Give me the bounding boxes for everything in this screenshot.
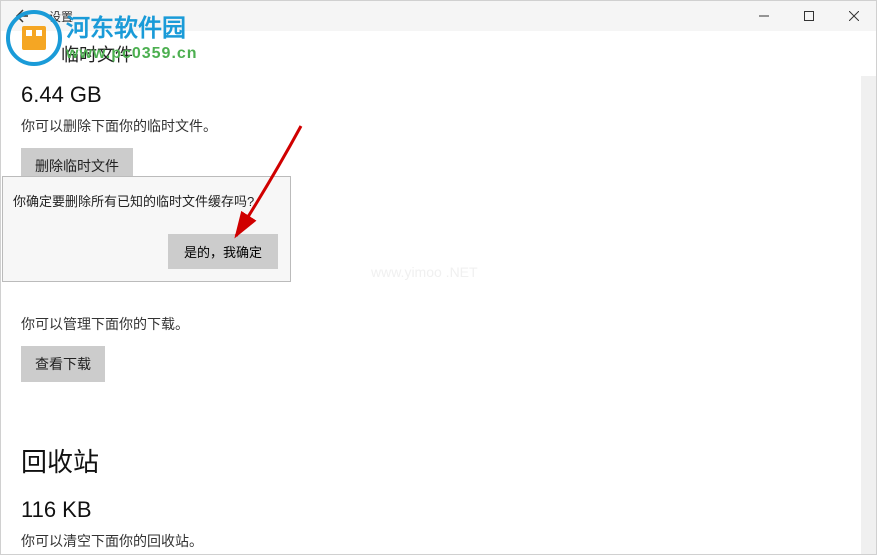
back-button[interactable] bbox=[1, 1, 41, 31]
close-icon bbox=[849, 11, 859, 21]
minimize-button[interactable] bbox=[741, 1, 786, 31]
recycle-bin-heading: 回收站 bbox=[21, 442, 876, 479]
close-button[interactable] bbox=[831, 1, 876, 31]
recycle-bin-size: 116 KB bbox=[21, 497, 876, 523]
scrollbar[interactable] bbox=[861, 76, 876, 554]
downloads-desc: 你可以管理下面你的下载。 bbox=[21, 314, 876, 334]
temp-files-desc: 你可以删除下面你的临时文件。 bbox=[21, 116, 876, 136]
maximize-icon bbox=[804, 11, 814, 21]
temp-files-size: 6.44 GB bbox=[21, 82, 876, 108]
back-arrow-icon bbox=[12, 7, 30, 25]
dialog-actions: 是的，我确定 bbox=[168, 234, 278, 269]
window-title: 设置 bbox=[49, 8, 73, 25]
confirm-yes-button[interactable]: 是的，我确定 bbox=[168, 234, 278, 269]
view-downloads-button[interactable]: 查看下载 bbox=[21, 346, 105, 382]
page-title: 临时文件 bbox=[1, 31, 876, 82]
dialog-message: 你确定要删除所有已知的临时文件缓存吗? bbox=[13, 193, 278, 212]
minimize-icon bbox=[759, 11, 769, 21]
content-area: 6.44 GB 你可以删除下面你的临时文件。 删除临时文件 你可以管理下面你的下… bbox=[1, 82, 876, 557]
titlebar: 设置 bbox=[1, 1, 876, 31]
confirm-dialog: 你确定要删除所有已知的临时文件缓存吗? 是的，我确定 bbox=[2, 176, 291, 282]
maximize-button[interactable] bbox=[786, 1, 831, 31]
window-controls bbox=[741, 1, 876, 31]
recycle-bin-desc: 你可以清空下面你的回收站。 bbox=[21, 531, 876, 551]
